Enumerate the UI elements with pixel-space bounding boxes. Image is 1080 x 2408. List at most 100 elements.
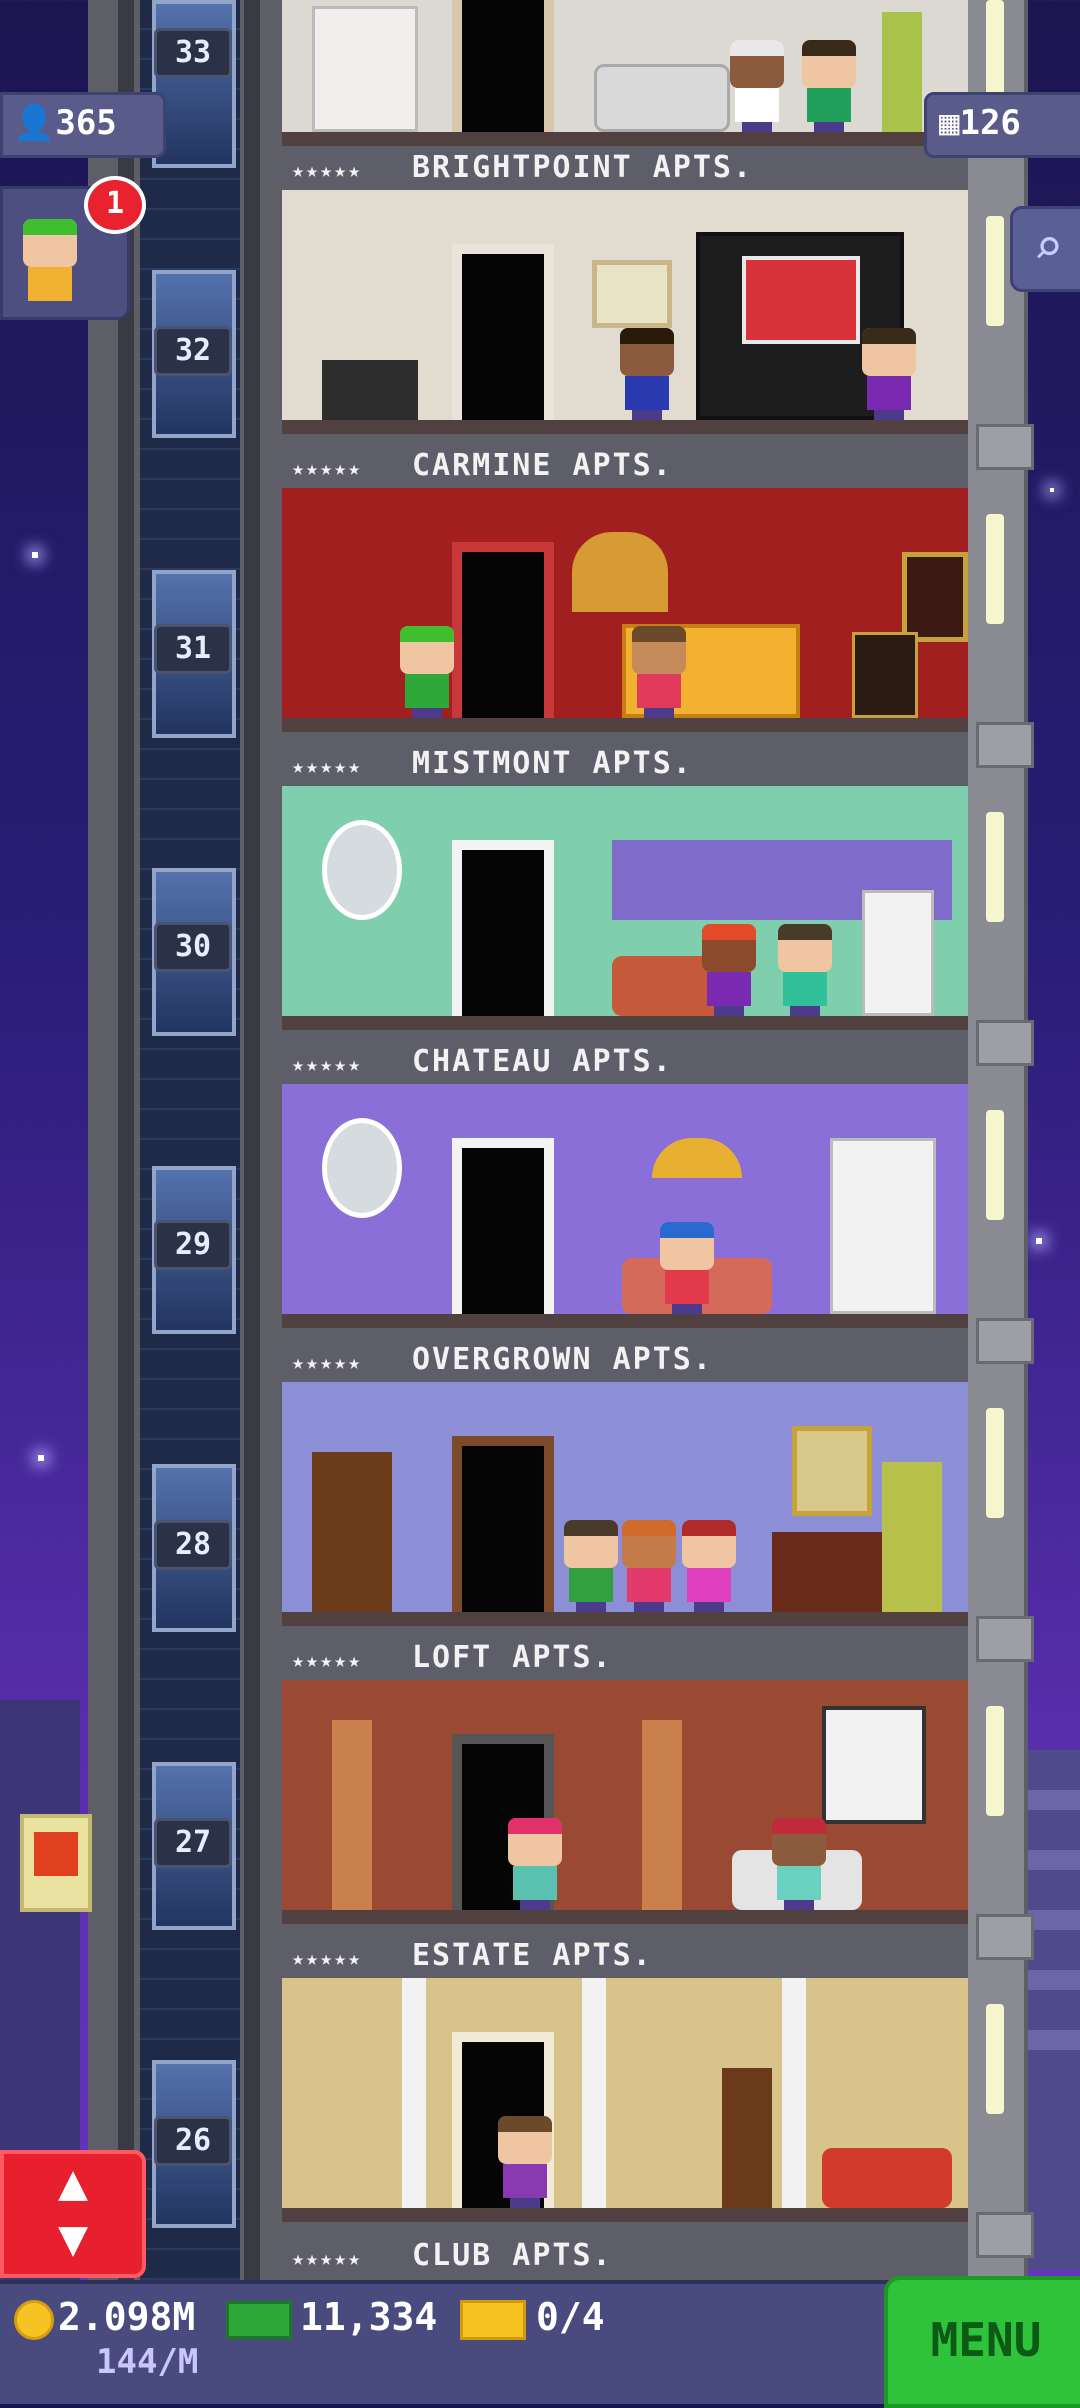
resident[interactable] xyxy=(632,626,686,718)
tickets-display[interactable]: 0/4 xyxy=(460,2295,605,2340)
up-down-arrows-icon: ▲ ▼ xyxy=(57,2153,89,2267)
bux-display[interactable]: 11,334 xyxy=(226,2295,437,2339)
star xyxy=(38,1455,44,1461)
floor-number: 31 xyxy=(154,624,232,674)
resident[interactable] xyxy=(862,328,916,420)
resident[interactable] xyxy=(508,1818,562,1910)
floor-number: 26 xyxy=(154,2116,232,2166)
tower-light xyxy=(986,1408,1004,1518)
resident[interactable] xyxy=(702,924,756,1016)
floor-29-room[interactable] xyxy=(282,1084,968,1328)
resident[interactable] xyxy=(730,40,784,132)
coins-value: 2.098M xyxy=(58,2295,196,2339)
rating-stars: ★★★★★ xyxy=(292,2246,363,2270)
wall-painting xyxy=(792,1426,872,1516)
support-column xyxy=(642,1720,682,1910)
bookshelf xyxy=(312,1452,392,1612)
resident[interactable] xyxy=(682,1520,736,1612)
wall-mirror xyxy=(322,1118,402,1218)
floor-ground xyxy=(282,2208,968,2222)
resident[interactable] xyxy=(620,328,674,420)
resident[interactable] xyxy=(660,1222,714,1314)
floor-name: CARMINE APTS. xyxy=(412,448,673,483)
floor-banner[interactable]: ★★★★★ CARMINE APTS. xyxy=(282,446,968,486)
floor-banner[interactable]: ★★★★★ OVERGROWN APTS. xyxy=(282,1340,968,1380)
tower-light xyxy=(986,2004,1004,2114)
star xyxy=(32,552,38,558)
avatar xyxy=(23,219,77,301)
tower-bracket xyxy=(976,722,1034,768)
rating-stars: ★★★★★ xyxy=(292,158,363,182)
floor-32-room[interactable] xyxy=(282,190,968,434)
floor-28-room[interactable] xyxy=(282,1382,968,1626)
floor-ground xyxy=(282,1910,968,1924)
chandelier xyxy=(572,532,668,612)
coin-icon xyxy=(14,2299,54,2340)
support-column xyxy=(332,1720,372,1910)
floor-31-room[interactable] xyxy=(282,488,968,732)
resident[interactable] xyxy=(772,1818,826,1910)
fries-reward-icon[interactable] xyxy=(20,1814,92,1912)
search-button[interactable]: ⌕ xyxy=(1010,206,1080,292)
floor-banner[interactable]: ★★★★★ LOFT APTS. xyxy=(282,1638,968,1678)
sofa xyxy=(822,2148,952,2208)
coins-rate: 144/M xyxy=(96,2342,199,2382)
pillar xyxy=(782,1978,806,2208)
window xyxy=(822,1706,926,1824)
dining-table xyxy=(322,360,418,420)
tower-light xyxy=(986,216,1004,326)
resident[interactable] xyxy=(622,1520,676,1612)
shaft-rail xyxy=(118,0,134,2280)
floor-number: 27 xyxy=(154,1818,232,1868)
floor-name: MISTMONT APTS. xyxy=(412,746,693,781)
floor-number: 32 xyxy=(154,326,232,376)
floor-30-room[interactable] xyxy=(282,786,968,1030)
fireplace xyxy=(772,1532,892,1612)
floor-27-room[interactable] xyxy=(282,1680,968,1924)
person-icon: 👤 xyxy=(13,103,56,143)
resident[interactable] xyxy=(498,2116,552,2208)
rating-stars: ★★★★★ xyxy=(292,456,363,480)
room-door xyxy=(452,542,554,718)
floor-ground xyxy=(282,1314,968,1328)
floor-banner[interactable]: ★★★★★ CLUB APTS. xyxy=(282,2236,968,2276)
population-counter[interactable]: 👤365 xyxy=(0,92,166,158)
tower-light xyxy=(986,514,1004,624)
floor-name: ESTATE APTS. xyxy=(412,1938,653,1973)
tower-bracket xyxy=(976,424,1034,470)
resident[interactable] xyxy=(802,40,856,132)
rating-stars: ★★★★★ xyxy=(292,1946,363,1970)
resident[interactable] xyxy=(778,924,832,1016)
wall-mirror xyxy=(322,820,402,920)
building-icon: ▦ xyxy=(939,103,960,143)
magnifier-icon: ⌕ xyxy=(1032,218,1064,276)
resident[interactable] xyxy=(400,626,454,718)
floor-ground xyxy=(282,420,968,434)
rating-stars: ★★★★★ xyxy=(292,1350,363,1374)
room-door xyxy=(452,840,554,1016)
floor-banner[interactable]: ★★★★★ CHATEAU APTS. xyxy=(282,1042,968,1082)
tower-light xyxy=(986,1706,1004,1816)
floor-26-room[interactable] xyxy=(282,1978,968,2222)
tower-bracket xyxy=(976,2212,1034,2258)
cabinet xyxy=(830,1138,936,1314)
floor-counter[interactable]: ▦126 xyxy=(924,92,1080,158)
tower-light xyxy=(986,812,1004,922)
elevator-toggle-button[interactable]: ▲ ▼ xyxy=(0,2150,146,2278)
tower-light xyxy=(986,1110,1004,1220)
tower-bracket xyxy=(976,1616,1034,1662)
menu-button[interactable]: MENU xyxy=(884,2276,1080,2408)
rating-stars: ★★★★★ xyxy=(292,754,363,778)
coins-display[interactable]: 2.098M xyxy=(14,2295,195,2340)
fridge xyxy=(862,890,934,1016)
star xyxy=(1036,1238,1042,1244)
tower-bracket xyxy=(976,1318,1034,1364)
floor-banner[interactable]: ★★★★★ MISTMONT APTS. xyxy=(282,744,968,784)
floor-banner[interactable]: ★★★★★ BRIGHTPOINT APTS. xyxy=(282,148,968,188)
resident[interactable] xyxy=(564,1520,618,1612)
floor-banner[interactable]: ★★★★★ ESTATE APTS. xyxy=(282,1936,968,1976)
wall-painting xyxy=(902,552,968,642)
tower-bracket xyxy=(976,1020,1034,1066)
chandelier xyxy=(652,1138,742,1178)
floor-33-room[interactable] xyxy=(282,0,968,146)
